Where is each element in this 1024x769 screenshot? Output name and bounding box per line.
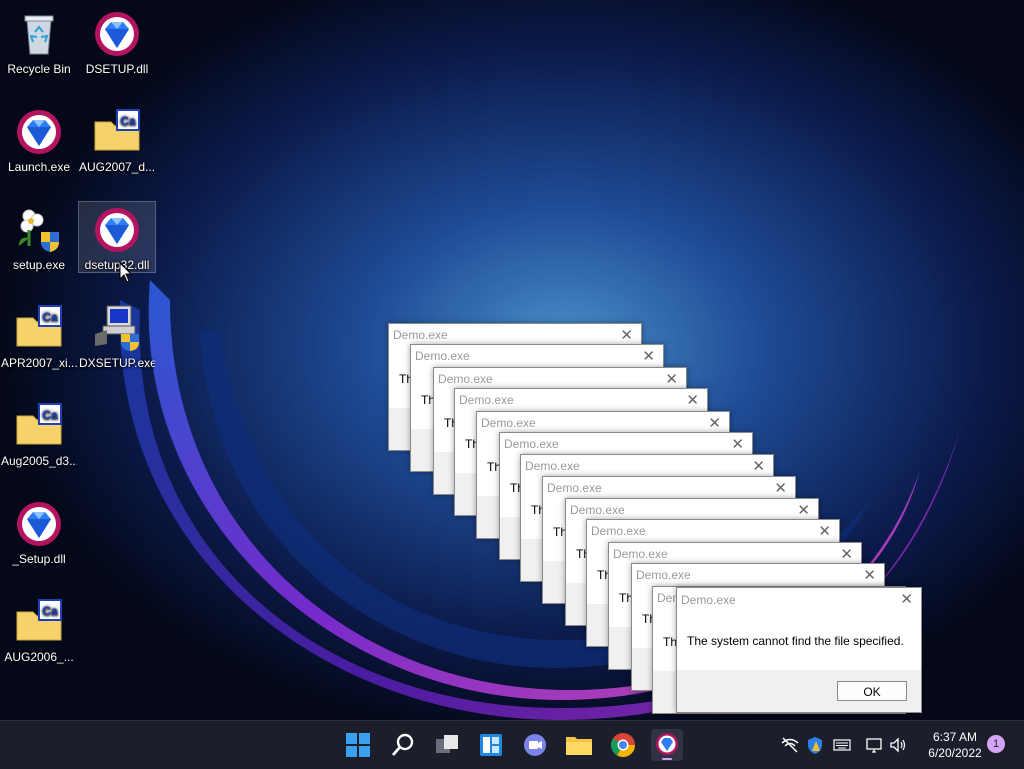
network-status[interactable] — [780, 735, 800, 755]
computer-setup-icon — [95, 305, 139, 351]
error-dialog-front[interactable]: Demo.exe ✕ The system cannot find the fi… — [676, 587, 922, 713]
clock-date: 6/20/2022 — [928, 746, 982, 760]
task-view-button[interactable] — [431, 729, 463, 761]
dialog-title: Demo.exe — [547, 481, 602, 495]
dialog-title: Demo.exe — [591, 524, 646, 538]
keyboard-button[interactable] — [832, 735, 852, 755]
gem-icon — [95, 12, 139, 56]
mouse-cursor-icon — [119, 262, 133, 283]
chrome-icon — [611, 733, 635, 758]
gem-icon — [17, 110, 61, 154]
security-status[interactable] — [805, 735, 825, 755]
dialog-title: Demo.exe — [481, 416, 536, 430]
start-button[interactable] — [342, 729, 374, 761]
desktop-icon-label: DSETUP.dll — [85, 62, 149, 76]
desktop-icon-label: _Setup.dll — [12, 552, 66, 566]
desktop-icon-apr2007-folder[interactable]: Ca APR2007_xi... — [1, 300, 77, 370]
close-icon[interactable]: ✕ — [665, 370, 678, 388]
notification-badge[interactable]: 1 — [987, 735, 1005, 753]
desktop-icon-aug2005-folder[interactable]: Ca Aug2005_d3... — [1, 398, 77, 468]
desktop-icon-label: DXSETUP.exe — [79, 356, 155, 370]
gem-icon — [95, 208, 139, 252]
file-explorer-icon — [566, 737, 592, 755]
gem-app-icon — [651, 729, 683, 761]
close-icon[interactable]: ✕ — [840, 545, 853, 563]
flower-setup-icon — [19, 209, 59, 252]
close-icon[interactable]: ✕ — [620, 326, 633, 344]
close-icon[interactable]: ✕ — [731, 435, 744, 453]
folder-ca-icon: Ca — [16, 305, 62, 347]
desktop-icon-aug2006-folder[interactable]: Ca AUG2006_... — [1, 594, 77, 664]
network-off-icon — [781, 737, 799, 753]
chrome-button[interactable] — [607, 729, 639, 761]
dialog-title: Demo.exe — [681, 593, 736, 607]
desktop-icon-label: AUG2006_... — [4, 650, 74, 664]
widgets-button[interactable] — [475, 729, 507, 761]
dialog-title: Demo.exe — [415, 349, 470, 363]
close-icon[interactable]: ✕ — [708, 414, 721, 432]
gem-app-button[interactable] — [651, 729, 683, 761]
desktop-icon-label: Aug2005_d3... — [1, 454, 77, 468]
close-icon[interactable]: ✕ — [797, 501, 810, 519]
volume-button[interactable] — [888, 735, 908, 755]
svg-text:Ca: Ca — [120, 114, 136, 128]
system-clock[interactable]: 6:37 AM 6/20/2022 — [914, 729, 996, 761]
desktop-icon-setup-exe[interactable]: setup.exe — [1, 202, 77, 272]
task-view-icon — [436, 735, 458, 753]
dialog-title: Demo.exe — [525, 459, 580, 473]
desktop-icon-setup-dll[interactable]: _Setup.dll — [1, 496, 77, 566]
volume-icon — [890, 737, 906, 753]
close-icon[interactable]: ✕ — [642, 347, 655, 365]
defender-icon — [808, 737, 822, 754]
folder-ca-icon: Ca — [16, 599, 62, 641]
svg-text:Ca: Ca — [42, 310, 58, 324]
dialog-title: Demo.exe — [459, 393, 514, 407]
dialog-title: Demo.exe — [636, 568, 691, 582]
svg-text:Ca: Ca — [42, 604, 58, 618]
taskbar: 6:37 AM 6/20/2022 — [0, 720, 1024, 769]
desktop-icon-dsetup32-dll[interactable]: dsetup32.dll — [78, 201, 156, 273]
desktop-icon-label: APR2007_xi... — [1, 356, 77, 370]
desktop-icon-aug2007-folder[interactable]: Ca AUG2007_d... — [79, 104, 155, 174]
desktop-icon-label: AUG2007_d... — [79, 160, 155, 174]
ok-button[interactable]: OK — [837, 681, 907, 701]
teams-chat-icon — [524, 734, 546, 756]
desktop-icon-dsetup-dll[interactable]: DSETUP.dll — [79, 6, 155, 76]
dialog-message: The system cannot find the file specifie… — [687, 634, 904, 648]
keyboard-icon — [833, 739, 851, 751]
dialog-title: Demo.exe — [613, 547, 668, 561]
dialog-title: Demo.exe — [504, 437, 559, 451]
file-explorer-button[interactable] — [563, 729, 595, 761]
close-icon[interactable]: ✕ — [686, 391, 699, 409]
chat-button[interactable] — [519, 729, 551, 761]
close-icon[interactable]: ✕ — [774, 479, 787, 497]
desktop-icon-label: setup.exe — [12, 258, 66, 272]
folder-ca-icon: Ca — [94, 109, 140, 151]
gem-icon — [17, 502, 61, 546]
svg-text:Ca: Ca — [42, 408, 58, 422]
desktop-icon-launch-exe[interactable]: Launch.exe — [1, 104, 77, 174]
dialog-title: Demo.exe — [438, 372, 493, 386]
search-icon — [391, 733, 414, 756]
search-button[interactable] — [387, 729, 419, 761]
desktop-icon-label: Recycle Bin — [7, 62, 71, 76]
dialog-title: Demo.exe — [570, 503, 625, 517]
folder-ca-icon: Ca — [16, 403, 62, 445]
desktop-icon-label: Launch.exe — [7, 160, 71, 174]
clock-time: 6:37 AM — [932, 730, 978, 744]
close-icon[interactable]: ✕ — [900, 590, 913, 608]
close-icon[interactable]: ✕ — [863, 566, 876, 584]
display-icon — [866, 738, 882, 753]
close-icon[interactable]: ✕ — [752, 457, 765, 475]
display-button[interactable] — [864, 735, 884, 755]
dialog-title: Demo.exe — [393, 328, 448, 342]
desktop-icon-label: dsetup32.dll — [84, 258, 150, 272]
windows-start-icon — [346, 733, 370, 757]
widgets-icon — [480, 734, 502, 756]
desktop-icon-recycle-bin[interactable]: Recycle Bin — [1, 6, 77, 76]
dialog-message: Th — [663, 635, 678, 649]
recycle-bin-icon — [24, 15, 54, 55]
desktop-icon-dxsetup-exe[interactable]: DXSETUP.exe — [79, 300, 155, 370]
close-icon[interactable]: ✕ — [818, 522, 831, 540]
